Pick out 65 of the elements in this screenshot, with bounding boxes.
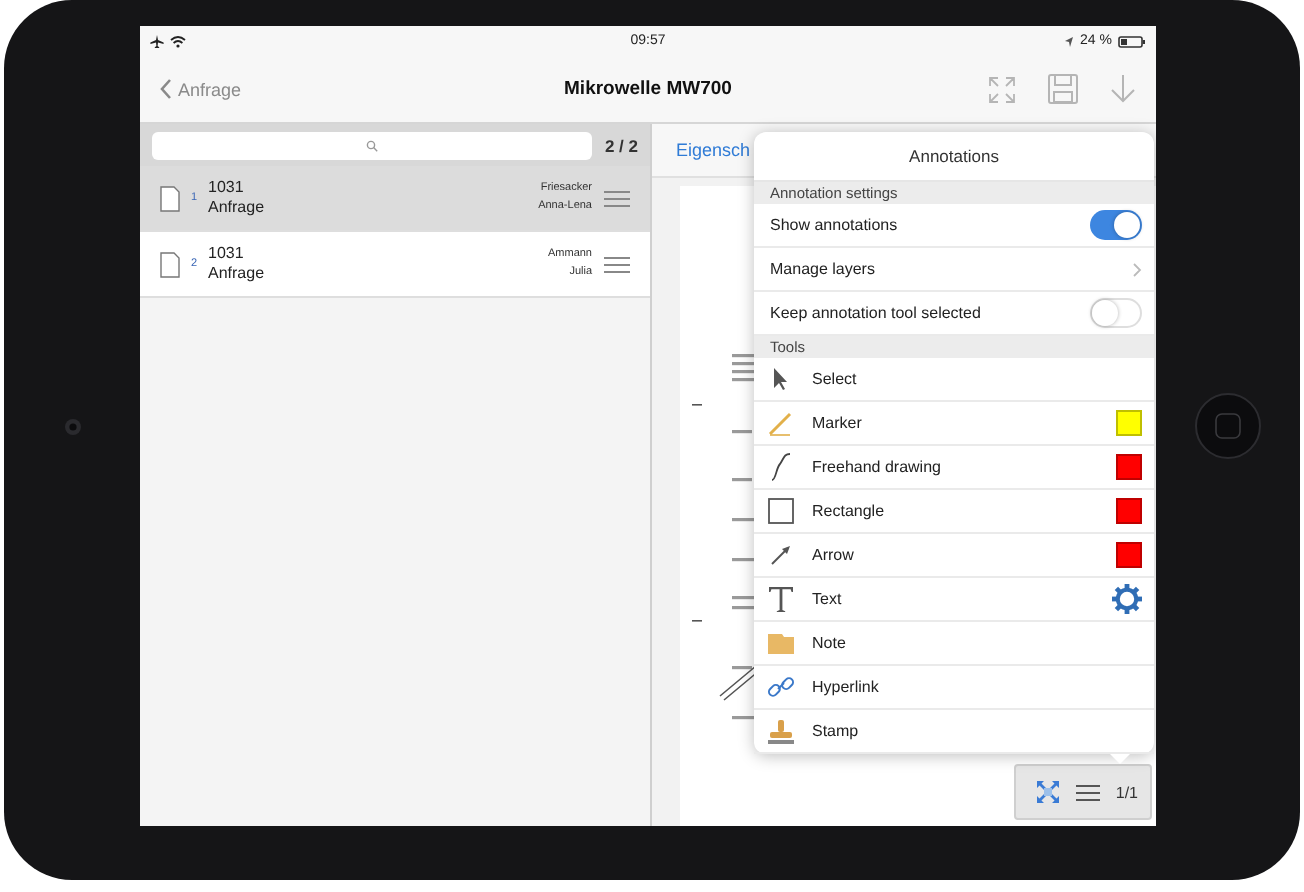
setting-label: Manage layers: [770, 260, 877, 278]
page-title: Mikrowelle MW700: [564, 78, 732, 100]
search-icon: [366, 139, 379, 151]
text-tool-icon: [766, 584, 796, 614]
home-button[interactable]: [1194, 392, 1262, 460]
fit-page-icon[interactable]: [1035, 780, 1060, 804]
chevron-right-icon: [1132, 261, 1142, 277]
tool-label: Arrow: [812, 546, 856, 564]
tool-label: Rectangle: [812, 502, 887, 520]
document-icon: [160, 185, 180, 211]
rectangle-icon: [766, 496, 796, 526]
tool-row[interactable]: Select: [754, 358, 1154, 402]
tool-label: Freehand drawing: [812, 458, 943, 476]
settings-row[interactable]: Show annotations: [754, 204, 1154, 248]
tool-row[interactable]: Text: [754, 578, 1154, 622]
pen-icon: [766, 408, 796, 438]
tool-row[interactable]: Rectangle: [754, 490, 1154, 534]
setting-label: Show annotations: [770, 216, 900, 234]
settings-icon[interactable]: [1112, 584, 1142, 614]
color-swatch[interactable]: [1116, 498, 1142, 524]
toggle-switch[interactable]: [1090, 210, 1142, 240]
color-swatch[interactable]: [1116, 454, 1142, 480]
note-icon: [766, 628, 796, 658]
curve-icon: [766, 452, 796, 482]
search-field[interactable]: [152, 131, 593, 159]
document-id: 1031: [208, 178, 246, 198]
tool-row[interactable]: Freehand drawing: [754, 446, 1154, 490]
tool-row[interactable]: Note: [754, 622, 1154, 666]
tool-label: Hyperlink: [812, 678, 881, 696]
download-icon[interactable]: [1110, 74, 1136, 104]
tool-row[interactable]: Arrow: [754, 534, 1154, 578]
battery-icon: [1118, 35, 1146, 47]
setting-label: Keep annotation tool selected: [770, 304, 983, 322]
color-swatch[interactable]: [1116, 410, 1142, 436]
document-type: Anfrage: [208, 264, 267, 284]
save-icon[interactable]: [1048, 74, 1078, 104]
menu-icon[interactable]: [604, 189, 630, 207]
document-icon: [160, 251, 180, 277]
document-type: Anfrage: [208, 198, 267, 218]
tool-label: Select: [812, 370, 859, 388]
result-count: 2 / 2: [604, 135, 638, 155]
color-swatch[interactable]: [1116, 542, 1142, 568]
airplane-icon: [150, 34, 164, 48]
wifi-icon: [170, 35, 186, 47]
arrow-icon: [766, 540, 796, 570]
chevron-left-icon: [160, 78, 172, 100]
menu-icon[interactable]: [604, 255, 630, 273]
tool-row[interactable]: Hyperlink: [754, 666, 1154, 710]
stamp-icon: [766, 716, 796, 746]
tool-row[interactable]: Stamp: [754, 710, 1154, 754]
toggle-switch[interactable]: [1090, 298, 1142, 328]
menu-icon[interactable]: [1075, 783, 1100, 801]
camera-icon: [63, 417, 81, 435]
link-icon: [766, 672, 796, 702]
tool-label: Stamp: [812, 722, 861, 740]
location-icon: [1064, 35, 1075, 47]
settings-row[interactable]: Manage layers: [754, 248, 1154, 292]
tool-label: Marker: [812, 414, 864, 432]
page-indicator: 1/1: [1115, 783, 1138, 801]
document-id: 1031: [208, 244, 246, 264]
expand-icon[interactable]: [988, 75, 1016, 103]
tool-label: Text: [812, 590, 844, 608]
tool-row[interactable]: Marker: [754, 402, 1154, 446]
tool-label: Note: [812, 634, 848, 652]
properties-tab[interactable]: Eigensch: [676, 140, 751, 160]
